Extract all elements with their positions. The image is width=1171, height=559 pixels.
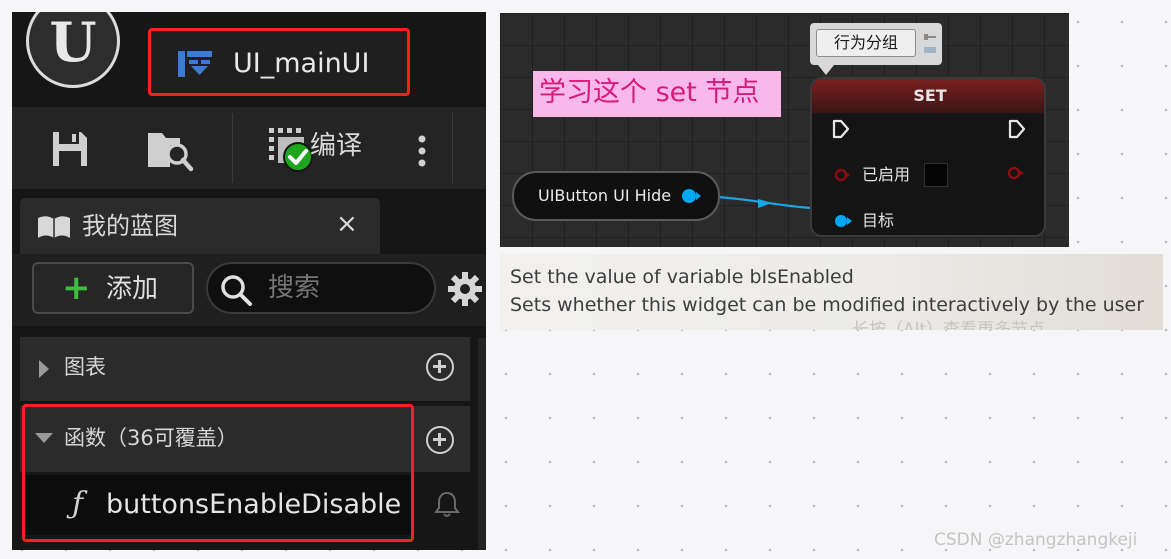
add-graph-plus-circle-icon[interactable] xyxy=(426,353,454,381)
variable-getter-label: UIButton UI Hide xyxy=(538,186,672,205)
add-function-plus-circle-icon[interactable] xyxy=(426,426,454,454)
object-in-pin-icon[interactable] xyxy=(832,213,852,229)
blueprint-tab-title: UI_mainUI xyxy=(233,48,370,79)
chevron-right-icon xyxy=(39,360,49,378)
annotation-note: 学习这个 set 节点 xyxy=(533,71,781,117)
tooltip-line-2: Sets whether this widget can be modified… xyxy=(510,294,1145,316)
toolbar-divider xyxy=(452,113,453,183)
function-name: buttonsEnableDisable xyxy=(106,489,402,520)
bell-icon[interactable] xyxy=(434,490,460,518)
compile-label: 编译 xyxy=(310,131,363,161)
wire-direction-arrow xyxy=(758,199,772,208)
close-tab-button[interactable]: × xyxy=(336,208,358,240)
variable-getter-node[interactable]: UIButton UI Hide xyxy=(512,171,720,221)
search-icon xyxy=(221,275,252,306)
bool-in-pin-icon[interactable] xyxy=(834,167,850,183)
function-list-item[interactable]: ƒ buttonsEnableDisable xyxy=(22,475,412,535)
set-node-title: SET xyxy=(913,86,947,105)
watermark: CSDN @zhangzhangkeji xyxy=(934,530,1138,550)
functions-section-header[interactable]: 函数（36可覆盖） xyxy=(20,406,470,472)
comment-label-box: 行为分组 xyxy=(816,29,916,57)
my-blueprint-tab[interactable]: 我的蓝图 × xyxy=(20,198,380,254)
book-icon xyxy=(38,216,70,238)
set-node-header: SET xyxy=(812,79,1044,113)
add-button[interactable]: + 添加 xyxy=(32,262,194,314)
blueprint-icon xyxy=(178,51,212,77)
save-button[interactable] xyxy=(32,107,112,189)
browse-button[interactable] xyxy=(130,107,210,189)
enabled-pin-label: 已启用 xyxy=(862,165,911,184)
my-blueprint-title: 我的蓝图 xyxy=(82,212,178,240)
bool-out-pin-icon[interactable] xyxy=(1006,165,1026,181)
toolbar-divider xyxy=(232,113,233,183)
add-plus-icon: + xyxy=(62,268,91,308)
blueprint-graph[interactable]: 学习这个 set 节点 行为分组 SET 已启用 目标 UIButton UI … xyxy=(500,13,1069,247)
exec-in-pin-icon[interactable] xyxy=(832,119,850,139)
function-icon: ƒ xyxy=(72,486,84,521)
pin-comment-icon[interactable] xyxy=(922,31,938,57)
add-button-label: 添加 xyxy=(106,274,159,304)
compile-status-icon xyxy=(269,128,313,172)
more-options-icon[interactable] xyxy=(418,135,426,169)
blueprint-editor-panel: U UI_mainUI 编译 我的蓝图 × + 添加 搜索 图表 函数（36可覆… xyxy=(12,12,486,550)
object-out-pin-icon[interactable] xyxy=(680,187,702,205)
tooltip-faded-text: 长按（Alt）查看更多节点... xyxy=(852,320,1062,330)
search-input[interactable] xyxy=(268,271,418,305)
enabled-checkbox[interactable] xyxy=(924,163,948,187)
save-icon xyxy=(53,132,87,166)
exec-out-pin-icon[interactable] xyxy=(1008,119,1026,139)
target-pin-label: 目标 xyxy=(862,211,895,230)
comment-label: 行为分组 xyxy=(833,33,898,52)
node-tooltip: Set the value of variable bIsEnabled Set… xyxy=(500,254,1163,330)
gear-icon[interactable] xyxy=(448,272,482,306)
panel-scrollbar[interactable] xyxy=(478,338,486,550)
browse-icon xyxy=(148,133,194,172)
tooltip-line-1: Set the value of variable bIsEnabled xyxy=(510,266,854,288)
chevron-down-icon xyxy=(35,433,53,443)
comment-tail xyxy=(818,65,834,75)
graphs-section-header[interactable]: 图表 xyxy=(20,337,470,401)
annotation-text: 学习这个 set 节点 xyxy=(539,77,760,108)
my-blueprint-action-bar: + 添加 xyxy=(12,254,486,326)
functions-section-label: 函数（36可覆盖） xyxy=(64,426,238,450)
editor-toolbar: 编译 xyxy=(12,107,486,189)
search-field[interactable] xyxy=(206,262,436,314)
set-node[interactable]: SET 已启用 目标 xyxy=(810,77,1046,237)
compile-button[interactable]: 编译 xyxy=(262,107,426,189)
graphs-section-label: 图表 xyxy=(64,355,106,379)
comment-bubble[interactable]: 行为分组 xyxy=(810,23,942,65)
blueprint-tab[interactable]: UI_mainUI xyxy=(148,28,410,96)
unreal-logo-icon[interactable]: U xyxy=(26,12,120,88)
